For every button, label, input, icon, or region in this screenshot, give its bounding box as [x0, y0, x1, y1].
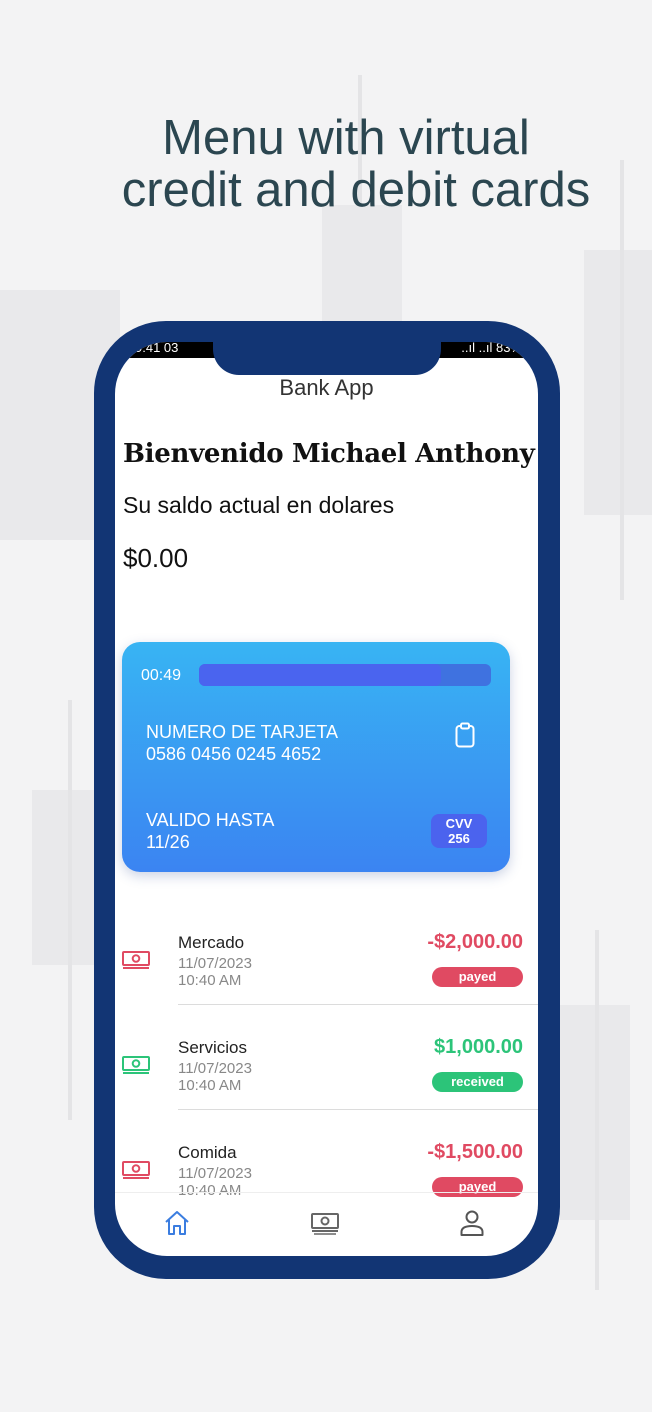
status-badge: payed [432, 967, 523, 987]
card-timer-fill [199, 664, 442, 686]
home-icon[interactable] [164, 1210, 190, 1236]
virtual-card[interactable]: 00:49 NUMERO DE TARJETA 0586 0456 0245 4… [122, 642, 510, 872]
cvv-value: 256 [448, 831, 470, 846]
balance-label: Su saldo actual en dolares [123, 492, 395, 518]
money-icon [122, 1056, 150, 1074]
headline-line-2: credit and debit cards [121, 163, 591, 217]
transaction-amount: -$1,500.00 [427, 1141, 523, 1163]
transaction-date: 11/07/2023 [178, 1165, 252, 1182]
divider [178, 1109, 538, 1110]
balance-amount: $0.00 [123, 543, 189, 573]
card-timer: 00:49 [141, 667, 182, 684]
background-shape [584, 250, 652, 515]
transaction-time: 10:40 AM [178, 1077, 242, 1094]
phone-screen: 9:41 03 ..ıl ..ıl 83% Bank App Bienvenid… [115, 342, 538, 1256]
headline-line-1: Menu with virtual [162, 111, 530, 165]
cvv-label: CVV [445, 816, 473, 831]
transaction-amount: $1,000.00 [434, 1036, 523, 1058]
background-line [595, 930, 599, 1290]
transaction-date: 11/07/2023 [178, 1060, 252, 1077]
status-time: 9:41 03 [135, 342, 179, 355]
transaction-row[interactable]: Mercado 11/07/2023 10:40 AM -$2,000.00 p… [115, 905, 538, 1010]
transaction-amount: -$2,000.00 [427, 931, 523, 953]
transaction-row[interactable]: Servicios 11/07/2023 10:40 AM $1,000.00 … [115, 1010, 538, 1115]
promo-headline: Menu with virtual credit and debit cards [0, 112, 652, 216]
phone-frame: 9:41 03 ..ıl ..ıl 83% Bank App Bienvenid… [94, 321, 560, 1279]
card-timer-bar [199, 664, 491, 686]
transaction-name: Comida [178, 1143, 237, 1162]
divider [178, 1004, 538, 1005]
money-icon [122, 1161, 150, 1179]
phone-notch [213, 342, 441, 375]
status-badge: received [432, 1072, 523, 1092]
valid-until: 11/26 [146, 832, 190, 852]
money-icon [122, 951, 150, 969]
card-number: 0586 0456 0245 4652 [146, 744, 322, 764]
money-icon[interactable] [311, 1213, 339, 1235]
background-shape [322, 205, 402, 340]
cvv-badge: CVV 256 [431, 814, 487, 848]
card-number-label: NUMERO DE TARJETA [146, 722, 339, 742]
app-title: Bank App [279, 375, 374, 400]
clipboard-icon[interactable] [455, 722, 475, 748]
welcome-text: Bienvenido Michael Anthony [123, 439, 535, 469]
profile-icon[interactable] [460, 1210, 484, 1236]
transaction-time: 10:40 AM [178, 972, 242, 989]
transaction-name: Mercado [178, 933, 245, 952]
background-shape [32, 790, 102, 965]
transaction-name: Servicios [178, 1038, 247, 1057]
valid-until-label: VALIDO HASTA [146, 810, 275, 830]
background-line [68, 700, 72, 1120]
status-indicators: ..ıl ..ıl 83% [461, 342, 522, 355]
transaction-date: 11/07/2023 [178, 955, 252, 972]
bottom-nav [115, 1192, 538, 1256]
background-line [620, 160, 624, 600]
